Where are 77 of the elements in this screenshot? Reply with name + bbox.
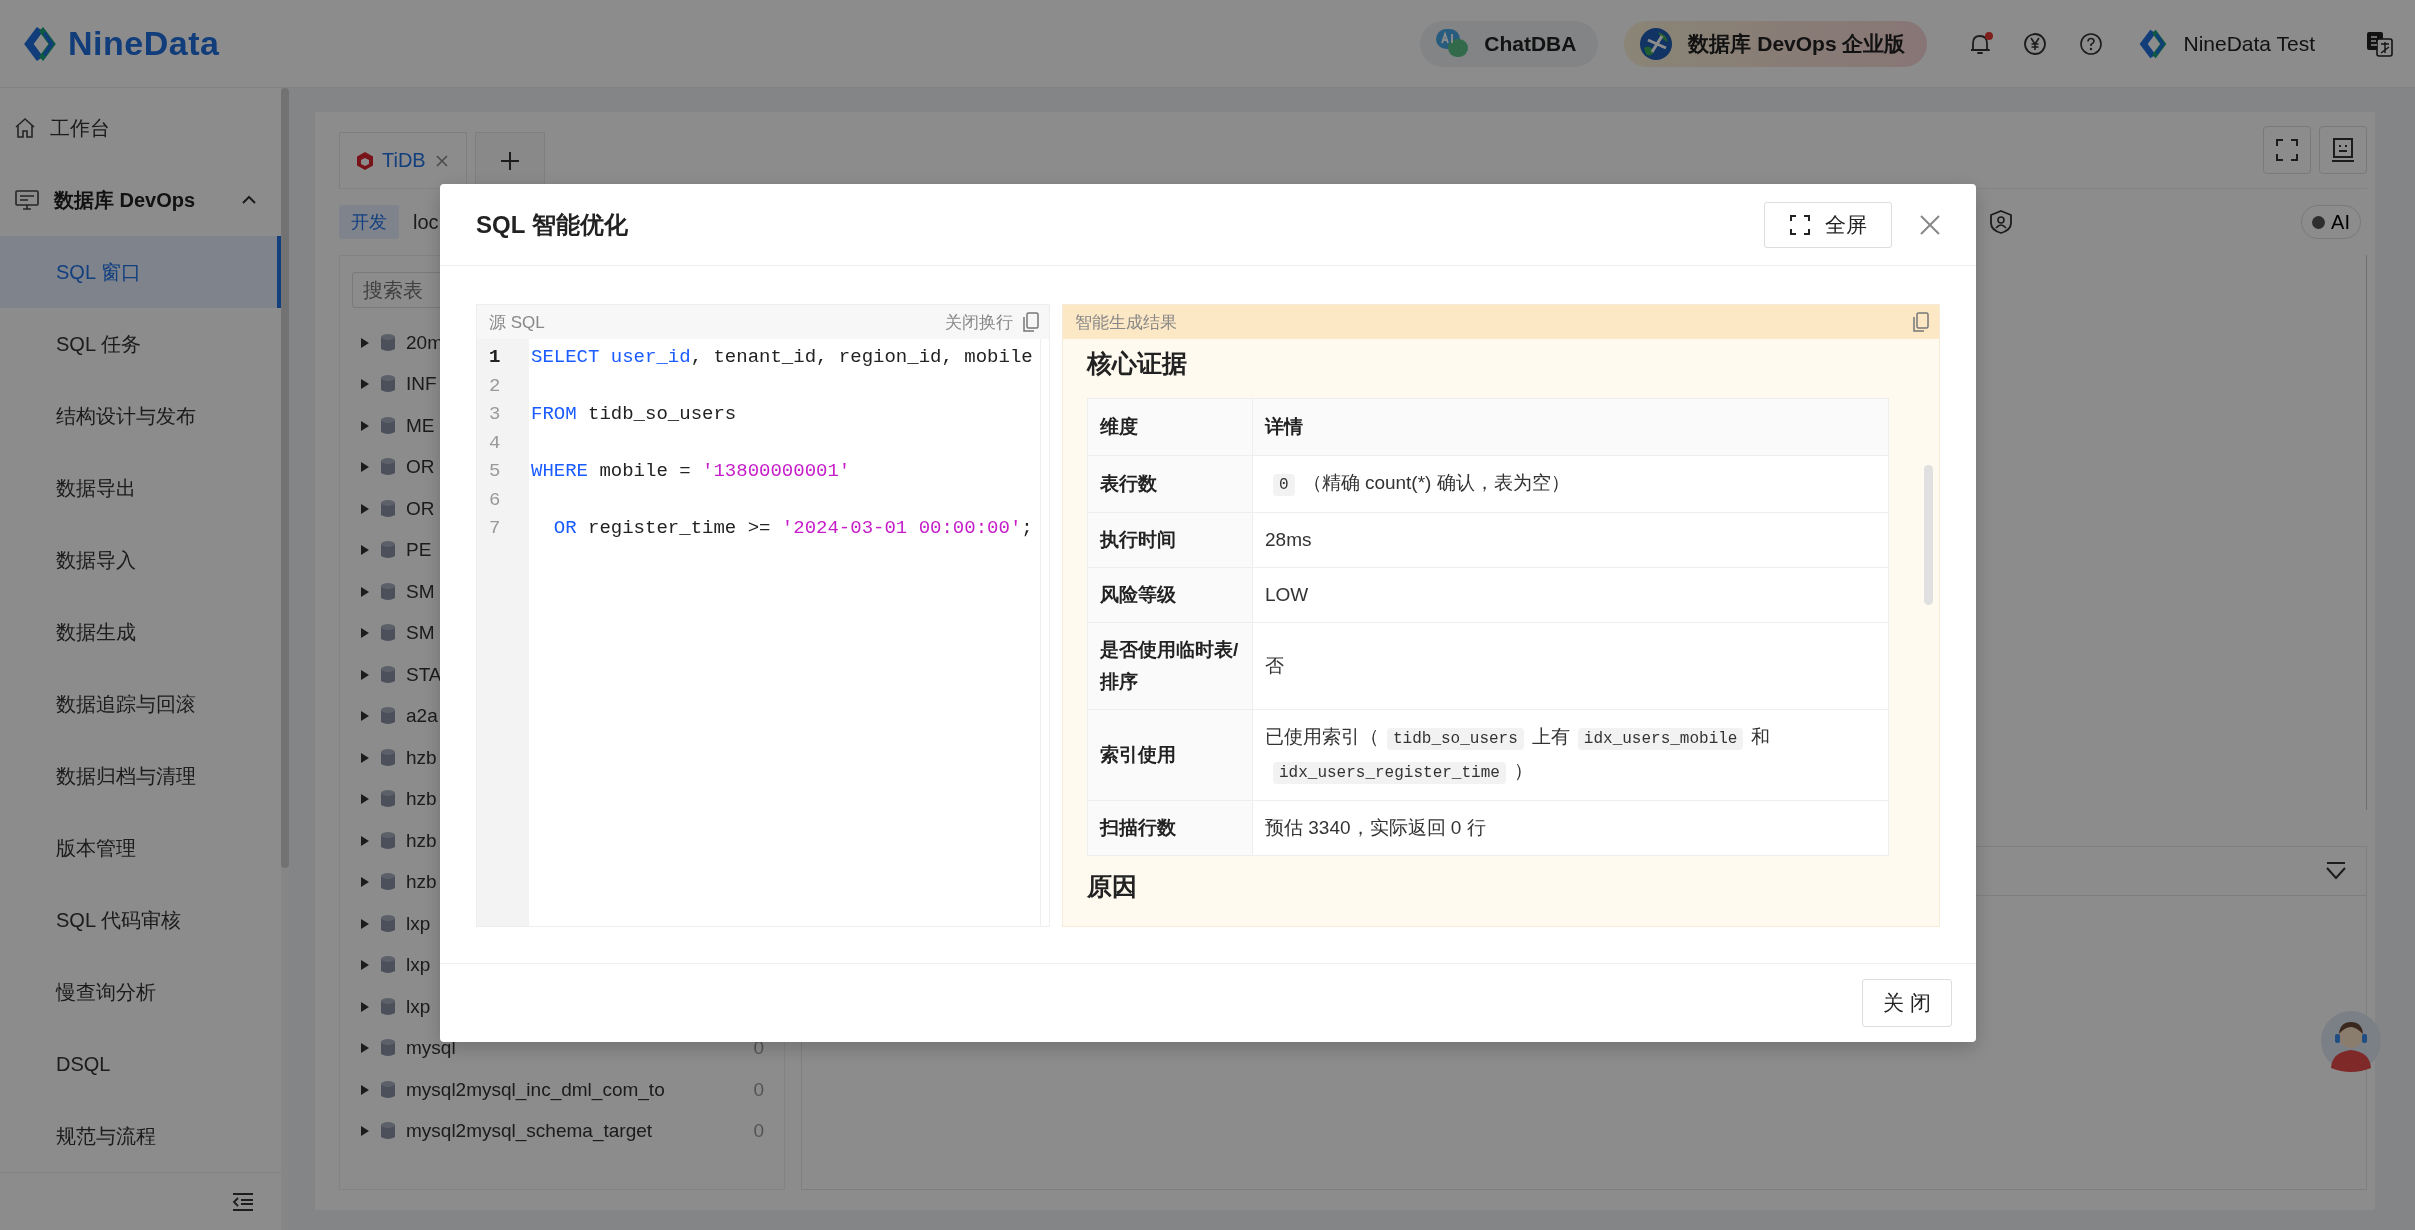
schema-name: SM xyxy=(406,622,435,645)
table-cell: 索引使用 xyxy=(1087,709,1253,801)
column-header: 维度 xyxy=(1087,398,1253,456)
code-line: OR register_time >= '2024-03-01 00:00:00'; xyxy=(552,517,1033,540)
line-number: 6 xyxy=(488,488,502,511)
table-cell: 扫描行数 xyxy=(1087,800,1253,856)
schema-name: lxp xyxy=(406,954,431,977)
nav-item[interactable]: SQL 窗口 xyxy=(0,236,281,308)
nav-item[interactable]: 版本管理 xyxy=(0,812,281,884)
environment-tag: 开发 xyxy=(339,205,399,239)
table-cell: 已使用索引（ tidb_so_users 上有 idx_users_mobile 和 idx_users_register_time ） xyxy=(1252,709,1889,801)
panel-title: 智能生成结果 xyxy=(1075,311,1177,334)
dialog-title: SQL 智能优化 xyxy=(476,209,629,240)
table-cell: 否 xyxy=(1252,622,1889,710)
nav-item[interactable]: DSQL xyxy=(0,1028,281,1100)
nav-item[interactable]: 数据导出 xyxy=(0,452,281,524)
schema-name: OR xyxy=(406,456,435,479)
line-number: 7 xyxy=(488,517,502,540)
nav-item[interactable]: SQL 任务 xyxy=(0,308,281,380)
edition-button[interactable]: 数据库 DevOps 企业版 xyxy=(1624,20,1928,67)
schema-name: hzb xyxy=(406,871,437,894)
table-cell: 表行数 xyxy=(1087,455,1253,513)
schema-name: hzb xyxy=(406,788,437,811)
schema-name: mysql2mysql_schema_target xyxy=(406,1120,653,1143)
nav-item[interactable]: 慢查询分析 xyxy=(0,956,281,1028)
schema-name: a2a xyxy=(406,705,438,728)
logo-text: NineData xyxy=(68,24,220,63)
schema-name: STA xyxy=(406,663,442,686)
connection-name: loc xyxy=(413,210,439,234)
table-cell: 是否使用临时表/排序 xyxy=(1087,622,1253,710)
wrap-toggle-link[interactable]: 关闭换行 xyxy=(945,310,1013,334)
schema-name: lxp xyxy=(406,995,431,1018)
table-count: 0 xyxy=(753,1078,765,1101)
nav-item[interactable]: 工作台 xyxy=(0,92,281,164)
schema-name: SM xyxy=(406,580,435,603)
line-number: 1 xyxy=(488,346,502,369)
nav-item[interactable]: 数据生成 xyxy=(0,596,281,668)
line-number: 5 xyxy=(488,460,502,483)
line-number: 3 xyxy=(488,403,502,426)
nav-item[interactable]: 数据导入 xyxy=(0,524,281,596)
line-number: 4 xyxy=(488,431,502,454)
schema-name: ME xyxy=(406,414,435,437)
code-line: FROM tidb_so_users xyxy=(530,403,737,426)
nav-item[interactable]: 结构设计与发布 xyxy=(0,380,281,452)
table-cell: LOW xyxy=(1252,567,1889,623)
code-line: SELECT user_id, tenant_id, region_id, mobile xyxy=(530,346,1033,369)
ai-toggle[interactable]: AI xyxy=(2301,205,2361,239)
schema-name: hzb xyxy=(406,829,437,852)
close-button[interactable]: 关 闭 xyxy=(1862,979,1952,1027)
editor-tab[interactable]: TiDB xyxy=(339,132,467,188)
section-heading: 原因 xyxy=(1087,871,1138,902)
nav-group[interactable]: 数据库 DevOps xyxy=(0,164,281,236)
schema-name: mysql xyxy=(406,1037,456,1060)
nav-item[interactable]: SQL 代码审核 xyxy=(0,884,281,956)
fullscreen-button[interactable]: 全屏 xyxy=(1764,201,1892,248)
table-count: 0 xyxy=(753,1120,765,1143)
schema-name: PE xyxy=(406,539,432,562)
table-cell: 0 （精确 count(*) 确认，表为空） xyxy=(1252,455,1889,513)
table-cell: 预估 3340，实际返回 0 行 xyxy=(1252,800,1889,856)
nav-item[interactable]: 规范与流程 xyxy=(0,1100,281,1172)
chat-button[interactable]: ChatDBA xyxy=(1420,20,1599,67)
code-line: WHERE mobile = '13800000001' xyxy=(530,460,851,483)
line-number: 2 xyxy=(488,374,502,397)
table-cell: 风险等级 xyxy=(1087,567,1253,623)
panel-title: 源 SQL xyxy=(489,311,545,334)
schema-name: OR xyxy=(406,497,435,520)
schema-name: mysql2mysql_inc_dml_com_to xyxy=(406,1078,665,1101)
user-name[interactable]: NineData Test xyxy=(2183,31,2315,56)
column-header: 详情 xyxy=(1252,398,1889,456)
table-cell: 28ms xyxy=(1252,512,1889,568)
nav-item[interactable]: 数据归档与清理 xyxy=(0,740,281,812)
nav-item[interactable]: 数据追踪与回滚 xyxy=(0,668,281,740)
table-cell: 执行时间 xyxy=(1087,512,1253,568)
schema-name: INF xyxy=(406,373,437,396)
schema-name: hzb xyxy=(406,746,437,769)
section-heading: 核心证据 xyxy=(1087,348,1188,379)
schema-name: lxp xyxy=(406,912,431,935)
